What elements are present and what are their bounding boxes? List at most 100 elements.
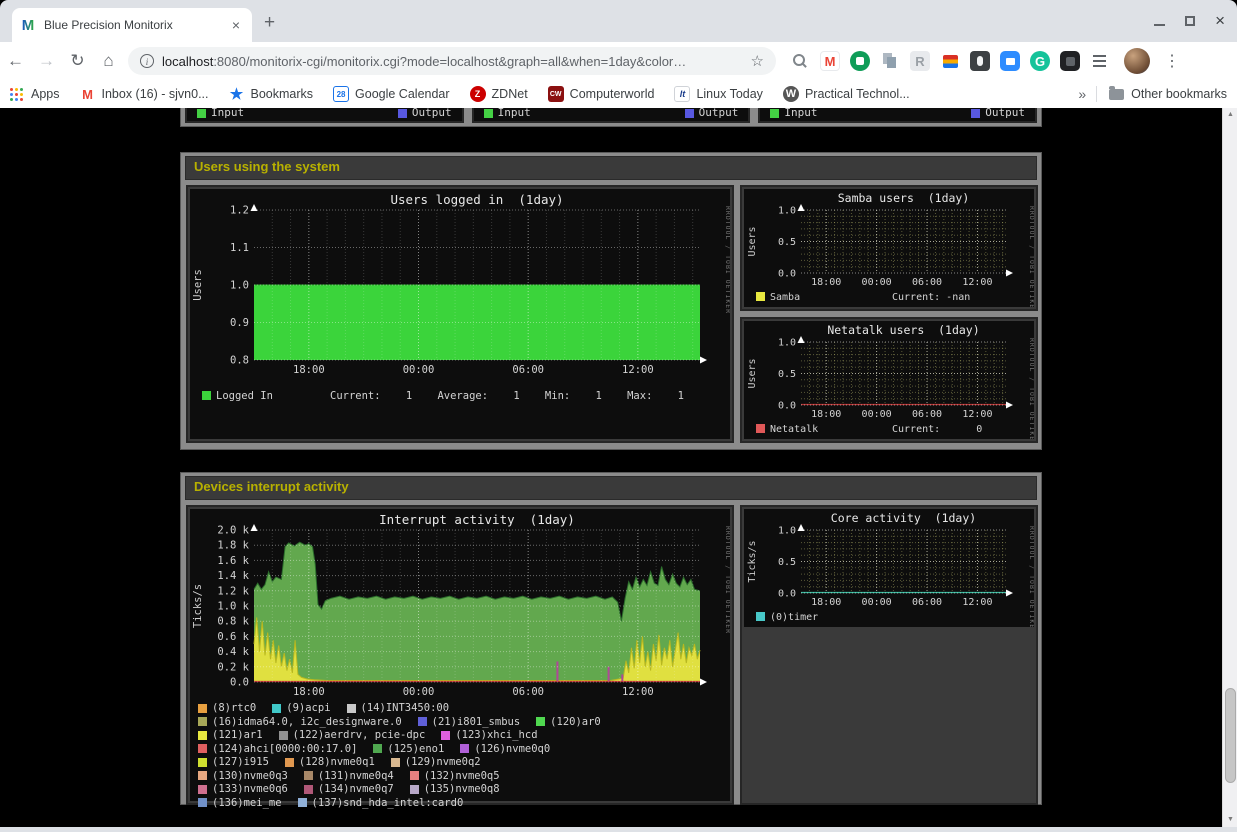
gmail-icon[interactable]: M [820,51,840,71]
svg-text:Ticks/s: Ticks/s [747,540,758,582]
browser-menu-icon[interactable]: ⋮ [1162,51,1182,71]
close-button[interactable]: × [1215,14,1225,28]
bookmark-star-icon[interactable]: ☆ [751,52,764,70]
minimize-button[interactable] [1154,24,1165,26]
legend-swatch [298,798,307,807]
legend-swatch [285,758,294,767]
legend-label: (134)nvme0q7 [318,783,394,795]
legend-swatch [198,798,207,807]
svg-text:1.0: 1.0 [778,526,796,537]
netatalk-users-panel: 1.00.50.018:0000:0006:0012:00Netatalk us… [740,317,1038,443]
new-tab-button[interactable]: + [264,12,275,34]
home-icon[interactable]: ⌂ [93,51,124,71]
bookmark-item[interactable]: 28Google Calendar [333,86,450,102]
svg-text:Current: 1 Average: 1: Current: 1 Average: 1 Min: 1 Max: 1 [330,390,684,402]
window-bottom-edge [0,827,1237,832]
core-activity-chart: 1.00.50.018:0000:0006:0012:00Core activi… [744,509,1034,627]
zdnet-favicon: Z [470,86,486,102]
bookmark-item[interactable]: ltLinux Today [674,86,763,102]
interrupt-legend: (8)rtc0(9)acpi(14)INT3450:00(16)idma64.0… [190,699,730,801]
bookmark-label: Practical Technol... [805,87,910,101]
zoom-camera-icon[interactable] [1000,51,1020,71]
svg-text:RRDTOOL / TOBI OETIKER: RRDTOOL / TOBI OETIKER [1028,338,1034,439]
svg-text:0.4 k: 0.4 k [217,646,249,658]
legend-label: (21)i801_smbus [432,716,521,728]
bookmark-label: Computerworld [570,87,655,101]
svg-text:00:00: 00:00 [403,686,435,698]
search-icon[interactable] [790,51,810,71]
svg-text:0.9: 0.9 [230,317,249,329]
svg-text:00:00: 00:00 [403,364,435,376]
input-swatch [484,109,493,118]
books-icon[interactable] [940,51,960,71]
legend-item: (135)nvme0q8 [410,783,500,795]
output-swatch [971,109,980,118]
legend-label: (121)ar1 [212,729,263,741]
bookmarks-overflow-icon[interactable]: » [1078,86,1086,102]
lamp-icon[interactable] [970,51,990,71]
svg-text:Netatalk users (1day): Netatalk users (1day) [827,323,979,337]
playlist-icon[interactable] [1090,51,1110,71]
other-bookmarks-label: Other bookmarks [1131,87,1227,101]
legend-swatch [410,785,419,794]
apps-grid-icon[interactable] [10,88,23,101]
users-section: Users using the system 1.21.11.00.90.818… [180,152,1042,450]
svg-text:0.5: 0.5 [778,237,796,248]
section-title-users: Users using the system [185,156,1037,180]
other-bookmarks[interactable]: Other bookmarks [1109,87,1227,101]
r-extension-icon[interactable]: R [910,51,930,71]
back-icon[interactable]: ← [0,51,31,71]
svg-text:1.2 k: 1.2 k [217,585,249,597]
output-swatch [685,109,694,118]
legend-item: (14)INT3450:00 [347,702,450,714]
output-label: Output [699,108,739,119]
svg-text:Samba users (1day): Samba users (1day) [838,191,970,205]
copy-pages-icon[interactable] [880,51,900,71]
maximize-button[interactable] [1185,16,1195,26]
bookmark-item[interactable]: Z ZDNet [470,86,528,102]
browser-tab[interactable]: M Blue Precision Monitorix × [12,8,252,42]
bookmark-label: ZDNet [492,87,528,101]
address-bar[interactable]: i localhost:8080/monitorix-cgi/monitorix… [128,47,776,75]
profile-avatar[interactable] [1124,48,1150,74]
bookmark-item[interactable]: MInbox (16) - sjvn0... [80,86,209,102]
legend-label: (131)nvme0q4 [318,770,394,782]
svg-text:12:00: 12:00 [622,686,654,698]
scroll-up-icon[interactable]: ▲ [1223,108,1237,122]
svg-text:1.1: 1.1 [230,242,249,254]
scroll-down-icon[interactable]: ▼ [1223,813,1237,827]
bookmark-item[interactable]: ★Bookmarks [229,86,314,102]
legend-swatch [410,771,419,780]
bookmark-apps[interactable]: Apps [31,87,60,101]
legend-label: (135)nvme0q8 [424,783,500,795]
site-info-icon[interactable]: i [140,54,154,68]
lt-favicon: lt [674,86,690,102]
forward-icon[interactable]: → [31,51,62,71]
svg-text:Current: -nan: Current: -nan [892,292,970,303]
svg-text:RRDTOOL / TOBI OETIKER: RRDTOOL / TOBI OETIKER [1028,526,1034,627]
url-host: localhost [162,54,213,69]
input-label: Input [498,108,531,119]
svg-text:1.0 k: 1.0 k [217,601,249,613]
bookmark-item[interactable]: WPractical Technol... [783,86,910,102]
svg-text:Interrupt activity (1day): Interrupt activity (1day) [379,512,575,527]
legend-item: (129)nvme0q2 [391,756,481,768]
svg-text:Netatalk: Netatalk [770,424,818,435]
svg-text:2.0 k: 2.0 k [217,525,249,537]
svg-text:0.0: 0.0 [778,269,796,280]
svg-text:0.5: 0.5 [778,557,796,568]
vertical-scrollbar[interactable]: ▲ ▼ [1222,108,1237,827]
legend-item: (121)ar1 [198,729,263,741]
divider [1096,86,1097,102]
dark-extension-icon[interactable] [1060,51,1080,71]
legend-label: (137)snd_hda_intel:card0 [312,797,464,809]
grammarly-icon[interactable]: G [1030,51,1050,71]
tab-close-button[interactable]: × [228,17,244,33]
scrollbar-thumb[interactable] [1225,688,1236,783]
svg-text:12:00: 12:00 [962,277,992,288]
reload-icon[interactable]: ↻ [62,51,93,71]
voice-icon[interactable] [850,51,870,71]
bookmark-item[interactable]: CWComputerworld [548,86,655,102]
legend-swatch [279,731,288,740]
legend-item: (8)rtc0 [198,702,256,714]
